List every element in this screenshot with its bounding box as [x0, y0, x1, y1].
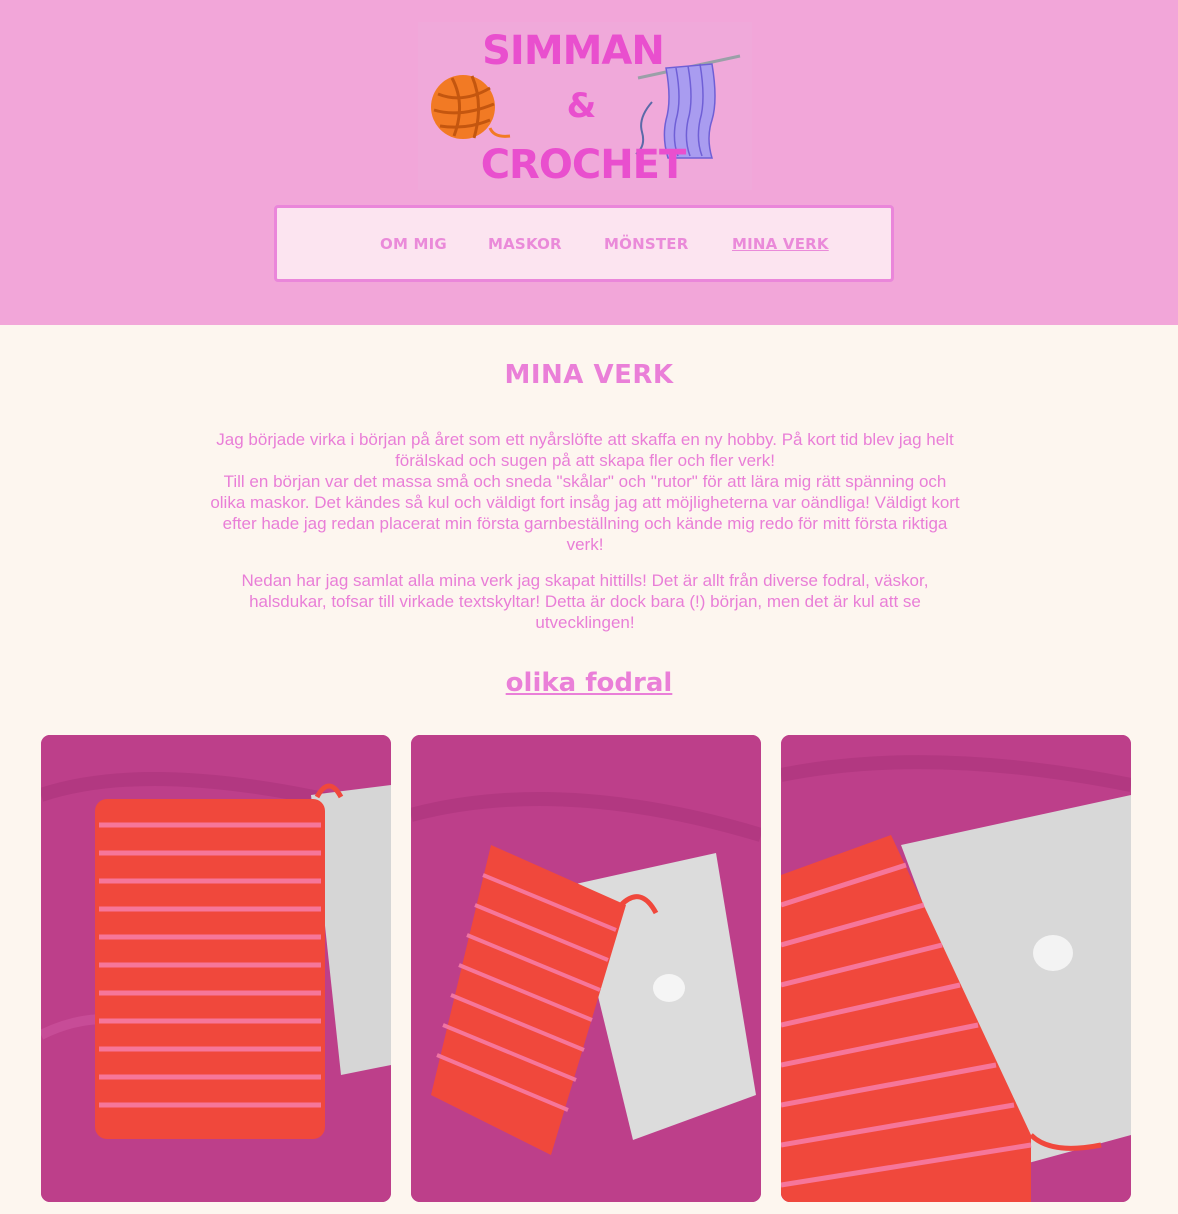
nav-item-mina-verk[interactable]: MINA VERK	[732, 235, 829, 253]
crochet-case-photo-2	[411, 735, 761, 1202]
site-logo[interactable]: SIMMAN & CROCHET	[418, 22, 752, 190]
intro-paragraph-2: Nedan har jag samlat alla mina verk jag …	[220, 570, 950, 633]
intro-paragraph-1: Jag började virka i början på året som e…	[205, 429, 965, 555]
logo-text-ampersand: &	[566, 86, 597, 126]
logo-text-crochet: CROCHET	[480, 142, 687, 188]
main-nav: OM MIG MASKOR MÖNSTER MINA VERK	[274, 205, 894, 282]
intro-paragraph-1-text: Jag började virka i början på året som e…	[210, 430, 960, 554]
logo-text-simman: SIMMAN	[482, 28, 665, 74]
crochet-case-photo-3	[781, 735, 1131, 1202]
site-header: SIMMAN & CROCHET OM MIG MASKOR MÖNSTER M…	[0, 0, 1178, 325]
nav-item-monster[interactable]: MÖNSTER	[604, 235, 688, 253]
gallery-photo-1[interactable]	[41, 735, 391, 1202]
nav-item-maskor[interactable]: MASKOR	[488, 235, 562, 253]
crochet-case-photo-1	[41, 735, 391, 1202]
page-title: MINA VERK	[504, 360, 674, 390]
gallery-photo-3[interactable]	[781, 735, 1131, 1202]
nav-item-om-mig[interactable]: OM MIG	[380, 235, 447, 253]
gallery-photo-2[interactable]	[411, 735, 761, 1202]
section-title-fodral[interactable]: olika fodral	[0, 668, 1178, 698]
intro-paragraph-2-text: Nedan har jag samlat alla mina verk jag …	[241, 571, 929, 632]
